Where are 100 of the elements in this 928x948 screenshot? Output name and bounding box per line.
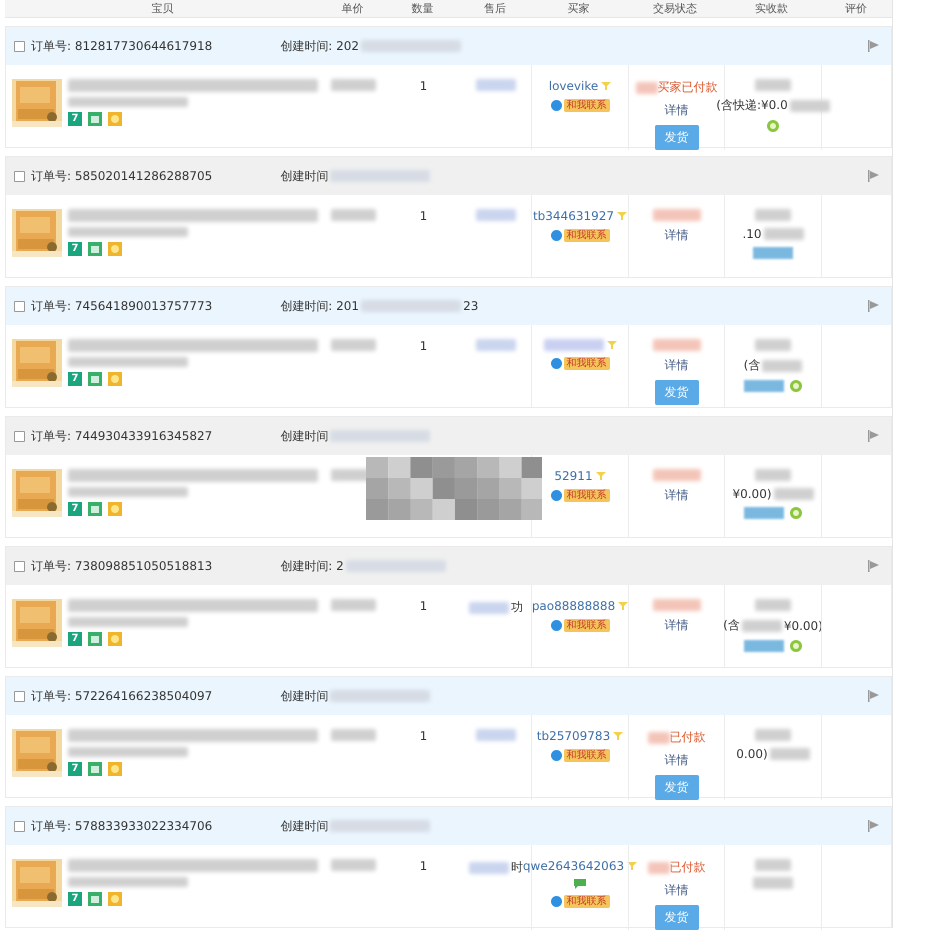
status-text: 已付款: [670, 859, 706, 876]
redaction-blur: [755, 859, 791, 871]
quantity: 1: [420, 729, 428, 743]
flag-icon[interactable]: [867, 39, 881, 53]
checkbox[interactable]: [14, 40, 25, 52]
filter-icon[interactable]: [613, 731, 624, 741]
redaction-blur: [755, 469, 791, 481]
detail-link[interactable]: 详情: [664, 882, 688, 899]
seven-day-return-badge: 7: [68, 892, 82, 906]
flag-icon[interactable]: [867, 169, 881, 183]
coin-icon: [108, 762, 122, 776]
filter-icon[interactable]: [601, 81, 612, 91]
contact-link[interactable]: 和我联系: [564, 749, 610, 762]
filter-icon[interactable]: [617, 211, 628, 221]
redaction-blur: [544, 339, 604, 351]
chat-icon[interactable]: [550, 230, 562, 241]
redaction-blur: [476, 209, 516, 221]
redaction-blur: [476, 79, 516, 91]
redaction-blur: [648, 732, 670, 744]
payment-text: (含: [723, 617, 740, 634]
chat-icon[interactable]: [550, 896, 562, 907]
redaction-blur: [755, 79, 791, 91]
buyer-link[interactable]: pao88888888: [532, 599, 616, 613]
coin-icon: [108, 242, 122, 256]
redaction-blur: [755, 729, 791, 741]
buyer-link[interactable]: tb25709783: [536, 729, 610, 743]
buyer-link[interactable]: tb344631927: [532, 209, 614, 223]
detail-link[interactable]: 详情: [664, 487, 688, 504]
redaction-blur: [755, 599, 791, 611]
contact-link[interactable]: 和我联系: [564, 357, 610, 370]
flag-icon[interactable]: [867, 819, 881, 833]
quantity: 1: [420, 599, 428, 613]
detail-link[interactable]: 详情: [664, 617, 688, 634]
redaction-blur: [331, 339, 376, 351]
buyer-link[interactable]: 52911: [554, 469, 593, 483]
chat-icon[interactable]: [550, 358, 562, 369]
redaction-blur: [331, 209, 376, 221]
chat-icon[interactable]: [550, 620, 562, 631]
redaction-blur: [755, 209, 791, 221]
contact-link[interactable]: 和我联系: [564, 895, 610, 908]
filter-icon[interactable]: [618, 601, 628, 611]
order-number: 订单号: 578833933022334706: [31, 818, 212, 834]
detail-link[interactable]: 详情: [664, 102, 688, 119]
quantity: 1: [420, 79, 428, 93]
contact-link[interactable]: 和我联系: [564, 619, 610, 632]
buyer-link[interactable]: lovevike: [548, 79, 598, 93]
seven-day-return-badge: 7: [68, 242, 82, 256]
quantity: 1: [420, 339, 428, 353]
order-number: 订单号: 812817730644617918: [31, 38, 212, 54]
buyer-link[interactable]: qwe2643642063: [522, 859, 624, 873]
created-time: 创建时间: 202: [280, 38, 360, 54]
created-time: 创建时间: 201: [280, 298, 360, 314]
coin-icon: [108, 112, 122, 126]
created-time: 创建时间: [280, 428, 328, 444]
flag-icon[interactable]: [867, 559, 881, 573]
quantity: 1: [420, 859, 428, 873]
chat-icon[interactable]: [550, 490, 562, 501]
after-sale-text: 时: [511, 859, 523, 876]
payment-text: (含: [744, 357, 760, 374]
seven-day-return-badge: 7: [68, 762, 82, 776]
payment-text: ¥0.00): [784, 618, 823, 632]
filter-icon[interactable]: [606, 340, 616, 350]
redaction-blur: [331, 599, 376, 611]
redaction-blur: [770, 748, 810, 760]
detail-link[interactable]: 详情: [664, 752, 688, 769]
redaction-blur: [753, 877, 793, 889]
checkbox[interactable]: [14, 300, 25, 312]
chat-icon[interactable]: [550, 100, 562, 111]
checkbox[interactable]: [14, 170, 25, 182]
checkbox[interactable]: [14, 820, 25, 832]
flag-icon[interactable]: [867, 429, 881, 443]
checkbox[interactable]: [14, 430, 25, 442]
flag-icon[interactable]: [867, 299, 881, 313]
contact-link[interactable]: 和我联系: [564, 489, 610, 502]
message-icon[interactable]: [574, 879, 586, 889]
status-text: 买家已付款: [658, 79, 718, 96]
column-header: 售后: [483, 1, 507, 17]
column-header: 评价: [844, 1, 868, 17]
created-time: 创建时间: 2: [280, 558, 344, 574]
detail-link[interactable]: 详情: [664, 357, 688, 374]
order-number: 订单号: 585020141286288705: [31, 168, 212, 184]
order-number: 订单号: 744930433916345827: [31, 428, 212, 444]
redaction-blur: [648, 862, 670, 874]
after-sale-text: 功: [511, 599, 523, 616]
column-header: 交易状态: [652, 1, 698, 17]
column-header: 单价: [340, 1, 364, 17]
flag-icon[interactable]: [867, 689, 881, 703]
filter-icon[interactable]: [596, 471, 606, 481]
contact-link[interactable]: 和我联系: [564, 99, 610, 112]
detail-link[interactable]: 详情: [664, 227, 688, 244]
filter-icon[interactable]: [627, 861, 638, 871]
redaction-blur: [652, 599, 700, 611]
contact-link[interactable]: 和我联系: [564, 229, 610, 242]
payment-text: 0.00): [736, 747, 768, 761]
redaction-blur: [742, 620, 782, 632]
redaction-blur: [774, 488, 814, 500]
chat-icon[interactable]: [550, 750, 562, 761]
redaction-blur: [476, 729, 516, 741]
checkbox[interactable]: [14, 560, 25, 572]
checkbox[interactable]: [14, 690, 25, 702]
